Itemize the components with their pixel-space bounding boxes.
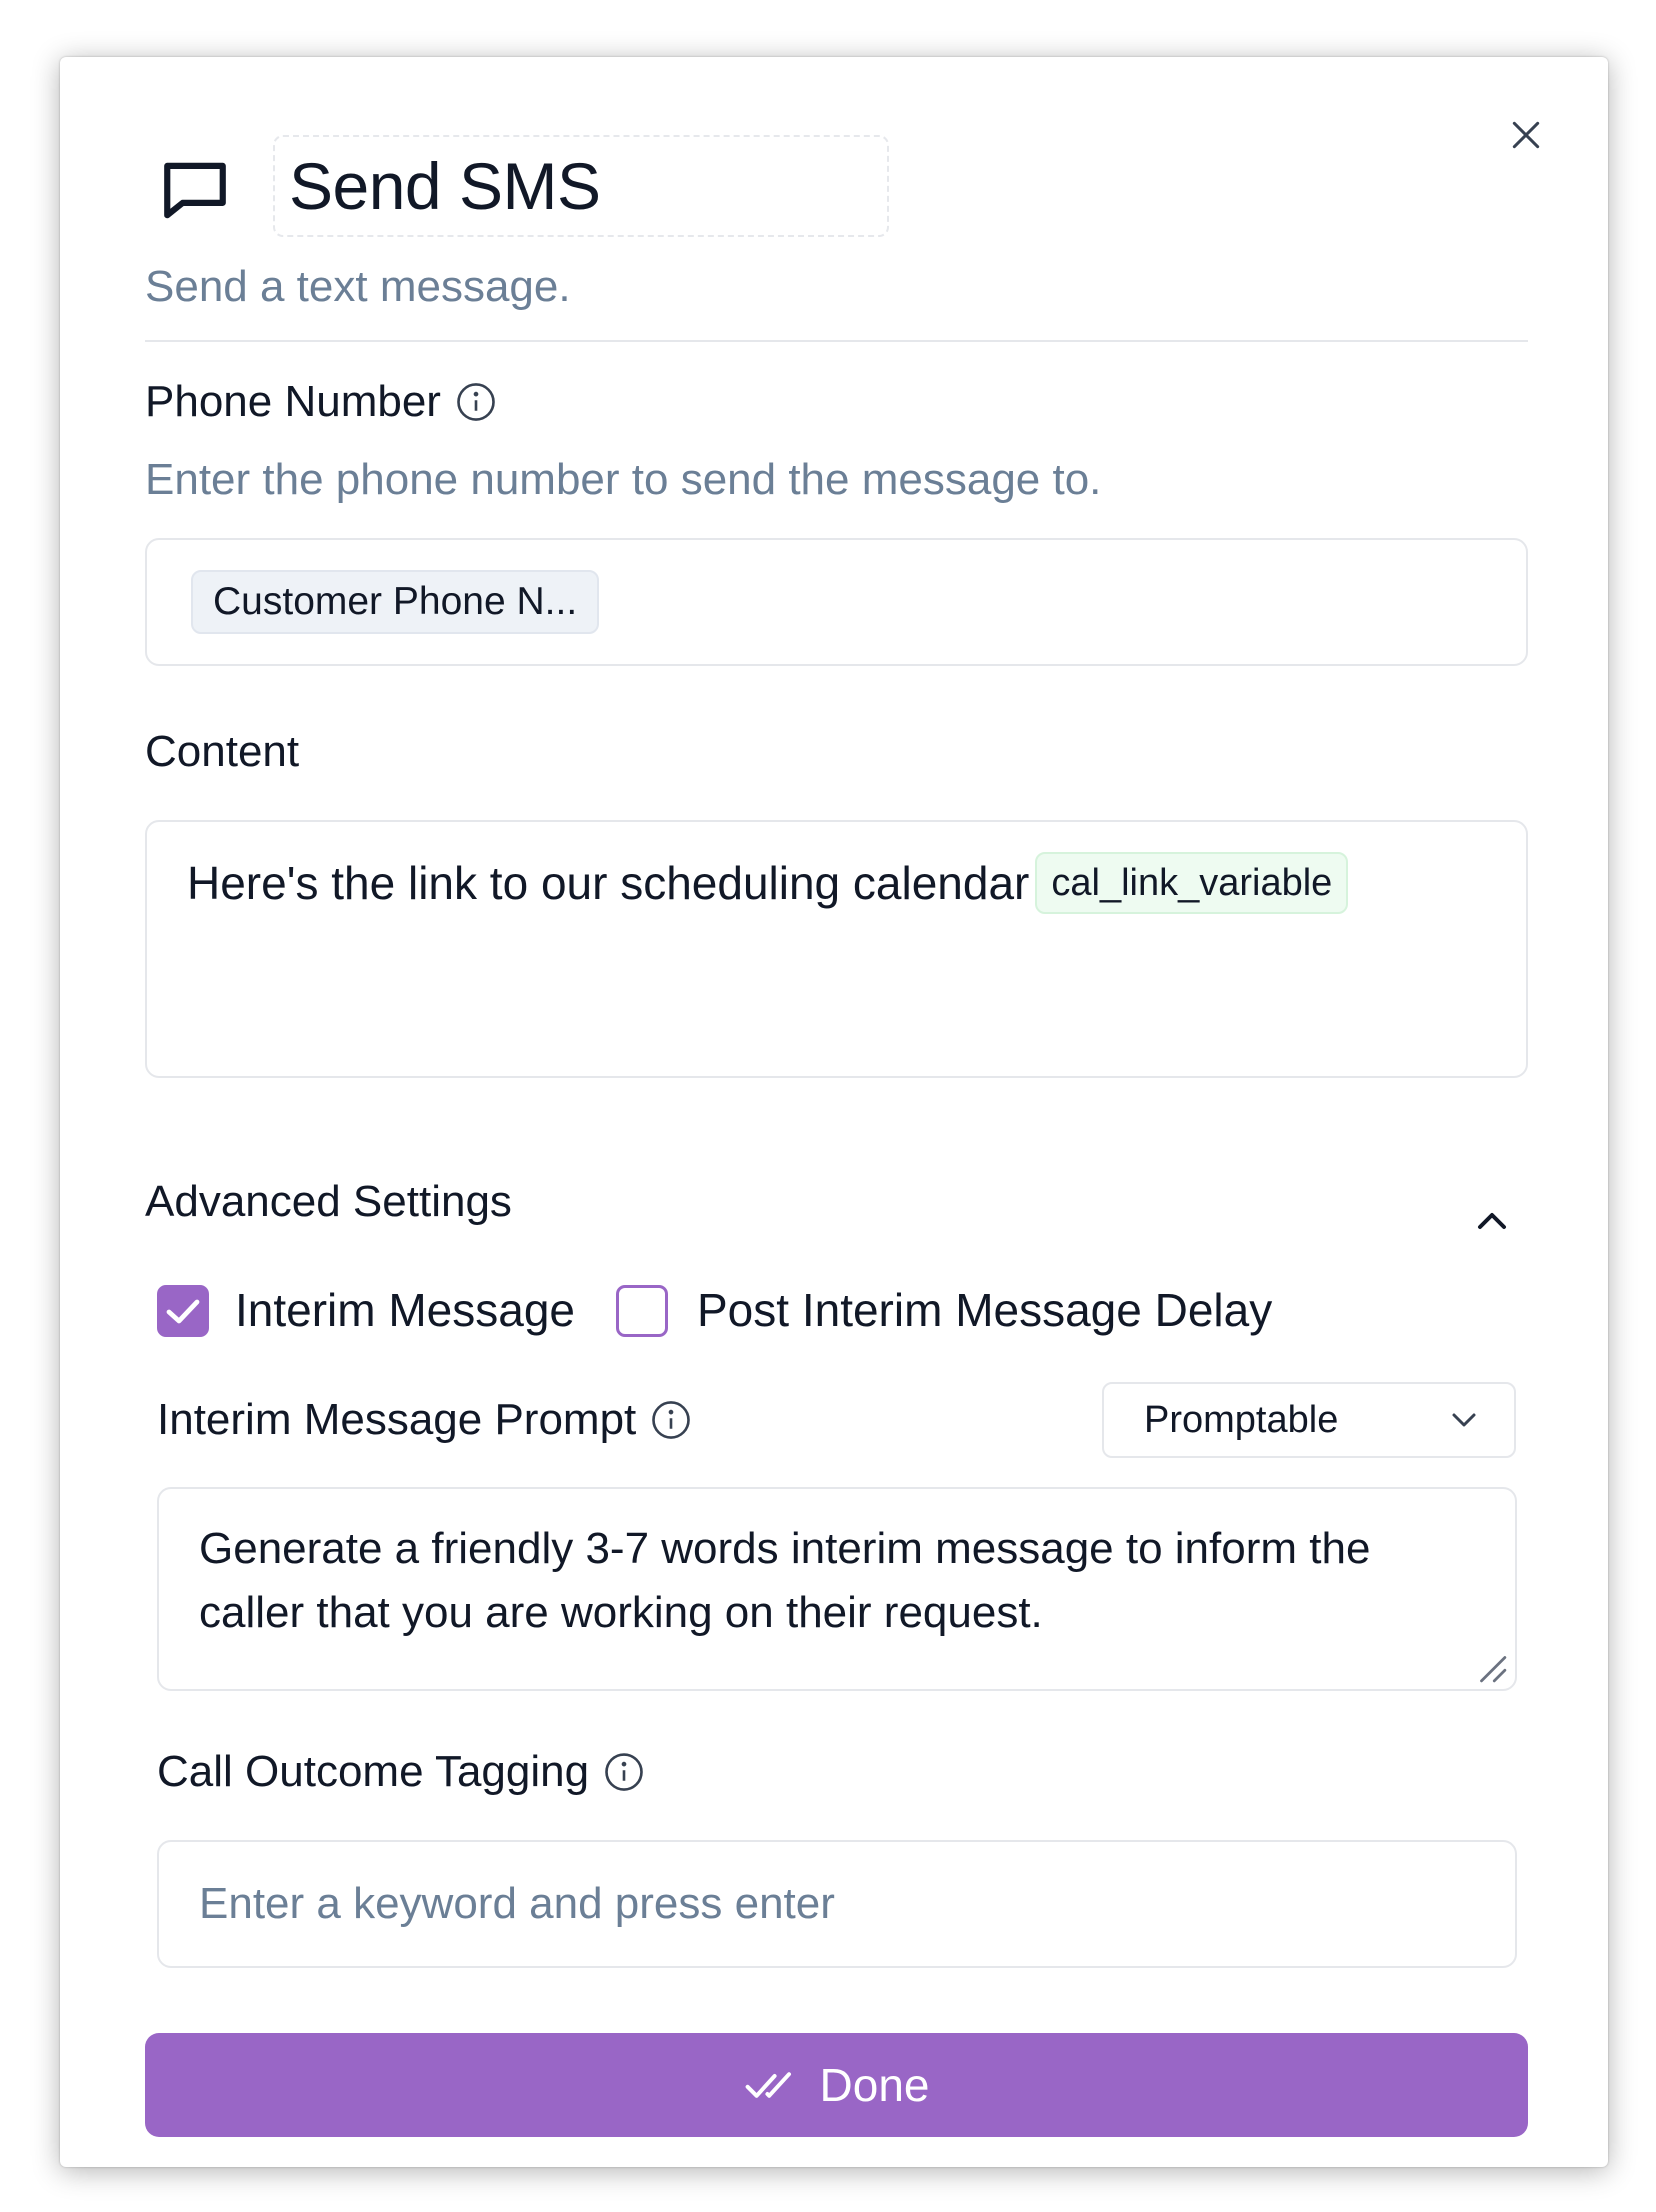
check-icon <box>166 1299 200 1324</box>
interim-message-checkbox[interactable] <box>157 1285 209 1337</box>
content-text: Here's the link to our scheduling calend… <box>187 852 1349 914</box>
advanced-settings-label[interactable]: Advanced Settings <box>145 1177 512 1227</box>
phone-number-label-text: Phone Number <box>145 377 441 426</box>
post-interim-delay-checkbox[interactable] <box>616 1285 668 1337</box>
message-square-icon <box>164 162 226 219</box>
title-input[interactable]: Send SMS <box>273 135 889 237</box>
interim-prompt-label-text: Interim Message Prompt <box>157 1395 637 1444</box>
phone-variable-chip[interactable]: Customer Phone N... <box>191 570 600 634</box>
prompt-mode-select[interactable]: Promptable <box>1102 1382 1516 1458</box>
content-variable-chip[interactable]: cal_link_variable <box>1035 852 1349 914</box>
interim-prompt-label: Interim Message Prompt <box>157 1395 692 1445</box>
interim-message-label: Interim Message <box>235 1284 576 1336</box>
done-label: Done <box>819 2059 930 2111</box>
phone-number-description: Enter the phone number to send the messa… <box>145 455 1102 504</box>
chevron-down-icon <box>1452 1413 1476 1427</box>
call-outcome-tagging-label: Call Outcome Tagging <box>157 1747 645 1797</box>
chevron-up-icon[interactable] <box>1468 1197 1516 1245</box>
page-subtitle: Send a text message. <box>145 262 571 311</box>
interim-prompt-text: Generate a friendly 3-7 words interim me… <box>199 1524 1371 1637</box>
keyword-input[interactable] <box>157 1840 1517 1968</box>
advanced-settings-label-text: Advanced Settings <box>145 1177 512 1226</box>
prompt-mode-value: Promptable <box>1144 1398 1339 1441</box>
info-icon[interactable] <box>603 1751 645 1793</box>
send-sms-dialog: Send SMS Send a text message. Phone Numb… <box>60 57 1608 2167</box>
content-label-text: Content <box>145 727 300 776</box>
close-icon <box>1512 121 1540 149</box>
phone-number-field[interactable]: Customer Phone N... <box>145 538 1528 666</box>
double-check-icon <box>745 2072 791 2098</box>
page-title: Send SMS <box>289 149 601 223</box>
post-interim-delay-label: Post Interim Message Delay <box>697 1284 1273 1336</box>
header-divider <box>145 340 1528 342</box>
resize-handle-icon[interactable] <box>1473 1649 1507 1683</box>
call-outcome-tagging-label-text: Call Outcome Tagging <box>157 1747 590 1796</box>
done-button[interactable]: Done <box>145 2033 1528 2137</box>
interim-prompt-textarea[interactable]: Generate a friendly 3-7 words interim me… <box>157 1487 1517 1691</box>
info-icon[interactable] <box>650 1399 692 1441</box>
phone-number-label: Phone Number <box>145 377 497 427</box>
content-field[interactable]: Here's the link to our scheduling calend… <box>145 820 1528 1078</box>
close-button[interactable] <box>1500 109 1552 161</box>
content-label: Content <box>145 727 299 777</box>
content-message-text: Here's the link to our scheduling calend… <box>187 857 1030 909</box>
info-icon[interactable] <box>455 381 497 423</box>
